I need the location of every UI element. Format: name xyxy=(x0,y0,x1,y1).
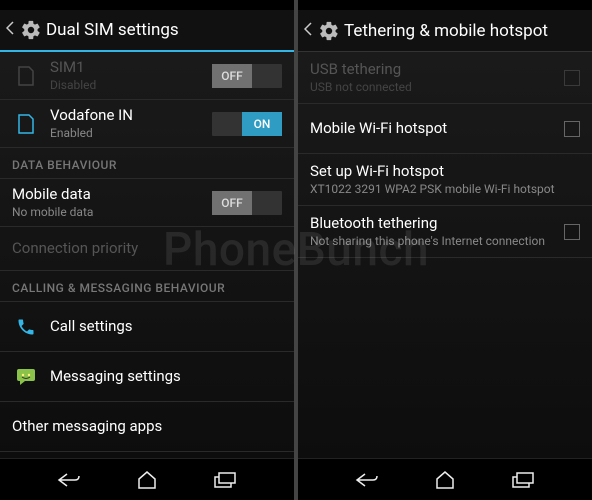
bluetooth-tethering-label: Bluetooth tethering xyxy=(310,214,564,234)
sim-icon xyxy=(12,113,40,135)
mobile-data-toggle[interactable]: OFF xyxy=(212,191,282,215)
mobile-data-row[interactable]: Mobile data No mobile data OFF xyxy=(0,179,294,227)
usb-tethering-row: USB tethering USB not connected xyxy=(298,52,592,104)
header-title: Dual SIM settings xyxy=(46,20,179,40)
section-calling-behaviour: CALLING & MESSAGING BEHAVIOUR xyxy=(0,271,294,302)
status-bar xyxy=(0,0,294,10)
usb-tethering-status: USB not connected xyxy=(310,80,564,96)
call-settings-row[interactable]: Call settings xyxy=(0,302,294,352)
sim2-status: Enabled xyxy=(50,126,212,142)
content-area: USB tethering USB not connected Mobile W… xyxy=(298,52,592,458)
bluetooth-tethering-row[interactable]: Bluetooth tethering Not sharing this pho… xyxy=(298,206,592,258)
sim-icon xyxy=(12,65,40,87)
wifi-hotspot-label: Mobile Wi-Fi hotspot xyxy=(310,119,564,139)
mobile-data-status: No mobile data xyxy=(12,205,212,221)
sim2-toggle[interactable]: ON xyxy=(212,112,282,136)
sim1-status: Disabled xyxy=(50,78,212,94)
setup-wifi-status: XT1022 3291 WPA2 PSK mobile Wi-Fi hotspo… xyxy=(310,182,580,198)
wifi-hotspot-row[interactable]: Mobile Wi-Fi hotspot xyxy=(298,104,592,154)
section-data-behaviour: DATA BEHAVIOUR xyxy=(0,148,294,179)
nav-bar xyxy=(0,458,294,500)
header-title: Tethering & mobile hotspot xyxy=(344,21,548,41)
bluetooth-tethering-status: Not sharing this phone's Internet connec… xyxy=(310,234,564,250)
settings-icon[interactable] xyxy=(318,20,340,42)
nav-home-icon[interactable] xyxy=(427,468,463,492)
setup-wifi-row[interactable]: Set up Wi-Fi hotspot XT1022 3291 WPA2 PS… xyxy=(298,154,592,206)
messaging-settings-row[interactable]: Messaging settings xyxy=(0,352,294,402)
nav-recent-icon[interactable] xyxy=(505,468,541,492)
phone-left: Dual SIM settings SIM1 Disabled OFF xyxy=(0,0,294,500)
nav-recent-icon[interactable] xyxy=(207,468,243,492)
nav-back-icon[interactable] xyxy=(51,468,87,492)
nav-home-icon[interactable] xyxy=(129,468,165,492)
content-area: SIM1 Disabled OFF Vodafone IN Enabled ON xyxy=(0,52,294,458)
settings-icon[interactable] xyxy=(20,19,42,41)
back-icon[interactable] xyxy=(6,21,16,39)
message-icon xyxy=(12,368,40,386)
usb-tethering-label: USB tethering xyxy=(310,60,564,80)
messaging-settings-label: Messaging settings xyxy=(50,367,282,387)
other-messaging-label: Other messaging apps xyxy=(12,417,282,437)
back-icon[interactable] xyxy=(304,22,314,40)
sim1-row[interactable]: SIM1 Disabled OFF xyxy=(0,52,294,100)
sim2-label: Vodafone IN xyxy=(50,106,212,126)
phone-icon xyxy=(12,317,40,337)
mobile-data-label: Mobile data xyxy=(12,185,212,205)
phone-right: Tethering & mobile hotspot USB tethering… xyxy=(298,0,592,500)
connection-priority-label: Connection priority xyxy=(12,239,282,259)
nav-bar xyxy=(298,458,592,500)
setup-wifi-label: Set up Wi-Fi hotspot xyxy=(310,162,580,182)
app-header: Tethering & mobile hotspot xyxy=(298,10,592,52)
wifi-hotspot-checkbox[interactable] xyxy=(564,121,580,137)
usb-tethering-checkbox xyxy=(564,70,580,86)
sim2-row[interactable]: Vodafone IN Enabled ON xyxy=(0,100,294,148)
status-bar xyxy=(298,0,592,10)
connection-priority-row: Connection priority xyxy=(0,227,294,271)
other-messaging-row[interactable]: Other messaging apps xyxy=(0,402,294,452)
nav-back-icon[interactable] xyxy=(349,468,385,492)
sim1-label: SIM1 xyxy=(50,58,212,78)
sim1-toggle[interactable]: OFF xyxy=(212,64,282,88)
bluetooth-tethering-checkbox[interactable] xyxy=(564,224,580,240)
call-settings-label: Call settings xyxy=(50,317,282,337)
app-header: Dual SIM settings xyxy=(0,10,294,52)
